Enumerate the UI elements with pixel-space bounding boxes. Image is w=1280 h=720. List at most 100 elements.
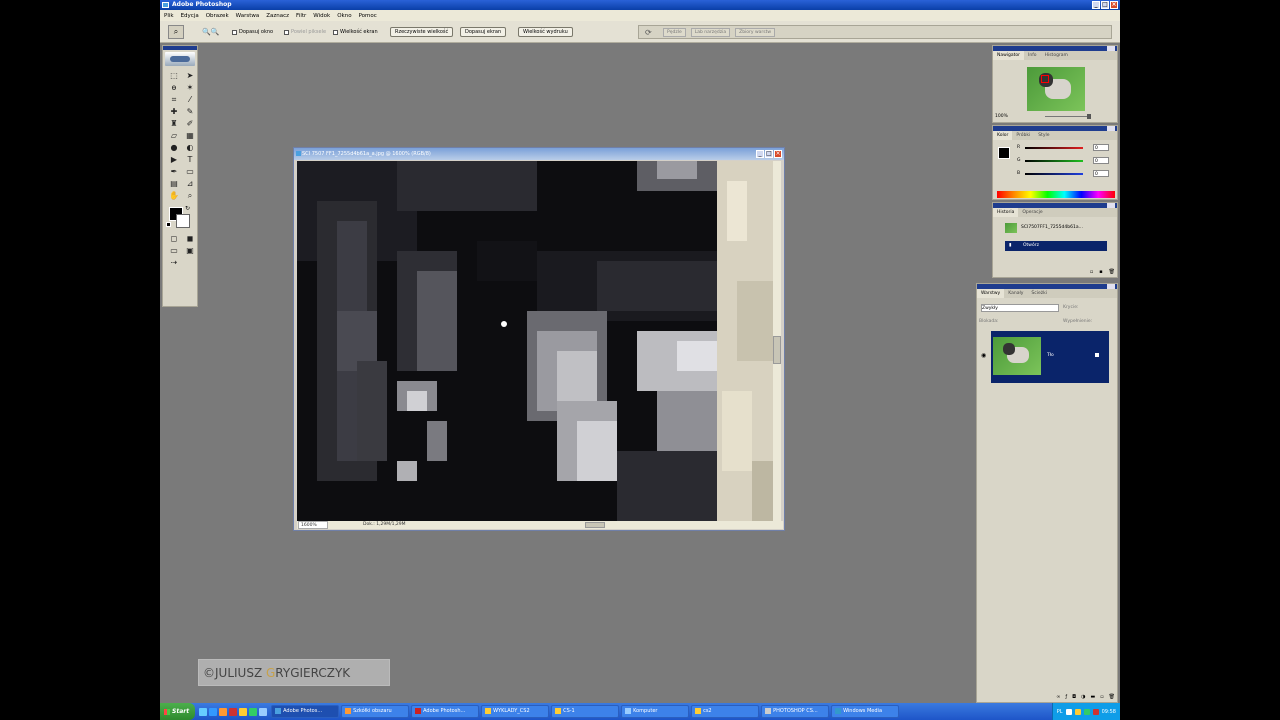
menu-plik[interactable]: Plik <box>164 13 174 19</box>
document-size[interactable]: Dok.: 1,29M/1,29M <box>363 521 406 529</box>
checkbox[interactable] <box>284 29 289 35</box>
menu-obrazek[interactable]: Obrazek <box>206 13 229 19</box>
navigator-thumbnail[interactable] <box>1027 67 1085 111</box>
task-cs1[interactable]: CS-1 <box>551 705 620 718</box>
tab-navigator[interactable]: Nawigator <box>993 51 1025 60</box>
task-firefox[interactable]: Szkółki obszaru <box>341 705 410 718</box>
color-spectrum[interactable] <box>997 191 1115 198</box>
palette-header[interactable] <box>993 46 1117 51</box>
green-slider-row[interactable]: G 0 <box>1017 157 1113 165</box>
blue-value[interactable]: 0 <box>1093 170 1109 177</box>
task-adobe-pdf[interactable]: Adobe Photosh... <box>411 705 480 718</box>
dodge-tool-icon[interactable]: ◐ <box>183 142 197 153</box>
zoom-slider[interactable] <box>1045 116 1089 117</box>
link-icon[interactable]: ∞ <box>1056 694 1060 700</box>
eyedropper-icon[interactable]: ⊿ <box>183 178 197 189</box>
tray-icon[interactable] <box>1065 708 1072 715</box>
green-slider[interactable] <box>1025 160 1083 162</box>
fit-screen-button[interactable]: Dopasuj ekran <box>460 27 507 37</box>
history-step-open[interactable]: ▮ Otwórz <box>1005 241 1107 251</box>
close-button[interactable]: × <box>1110 1 1118 9</box>
marquee-tool-icon[interactable]: ⬚ <box>167 70 181 81</box>
ie-icon[interactable] <box>209 707 218 716</box>
doc-minimize-button[interactable]: _ <box>756 150 764 158</box>
new-layer-icon[interactable]: ▫ <box>1100 694 1103 700</box>
language-indicator[interactable]: PL <box>1057 709 1063 715</box>
palette-well-tab[interactable]: Lab narzędzia <box>690 27 731 37</box>
view-box[interactable] <box>1041 75 1049 83</box>
zoom-all-windows-check[interactable]: Wielkość ekran <box>333 29 378 35</box>
firefox-icon[interactable] <box>219 707 228 716</box>
adobe-online-logo[interactable] <box>165 52 195 66</box>
task-computer[interactable]: Komputer <box>621 705 690 718</box>
menu-warstwa[interactable]: Warstwa <box>236 13 260 19</box>
tab-actions[interactable]: Operacje <box>1018 208 1046 217</box>
zoom-tool-preset[interactable]: ⌕ <box>168 25 184 39</box>
crop-tool-icon[interactable]: ⌗ <box>167 94 181 105</box>
media-icon[interactable] <box>249 707 258 716</box>
tab-color[interactable]: Kolor <box>993 131 1013 140</box>
menu-widok[interactable]: Widok <box>313 13 330 19</box>
jump-to-imageready-icon[interactable]: ⇢ <box>167 257 181 268</box>
slice-tool-icon[interactable]: ⁄ <box>183 94 197 105</box>
task-windows-media[interactable]: Windows Media <box>831 705 900 718</box>
hand-tool-icon[interactable]: ✋ <box>167 190 181 201</box>
menu-pomoc[interactable]: Pomoc <box>359 13 377 19</box>
pen-tool-icon[interactable]: ✒ <box>167 166 181 177</box>
refresh-icon[interactable]: ⟳ <box>645 28 652 37</box>
palette-header[interactable] <box>993 203 1117 208</box>
tab-info[interactable]: Info <box>1024 51 1041 60</box>
document-window[interactable]: SCI 7507 FF1_7255d4b61a_a.jpg @ 1600% (R… <box>293 147 785 531</box>
ignore-palettes-check[interactable]: Powiel piksele <box>284 29 326 35</box>
red-slider-row[interactable]: R 0 <box>1017 144 1113 152</box>
opera-icon[interactable] <box>229 707 238 716</box>
mask-icon[interactable]: ◘ <box>1072 694 1076 700</box>
zoom-slider-knob[interactable] <box>1087 114 1091 119</box>
folder-icon[interactable]: ▬ <box>1091 694 1096 700</box>
zoom-field[interactable]: 1600% <box>298 521 328 529</box>
vertical-scrollbar[interactable] <box>773 161 781 521</box>
zoom-tool-icon[interactable]: ⌕ <box>183 190 197 201</box>
standard-mode-icon[interactable]: ◻ <box>167 233 181 244</box>
adjustment-icon[interactable]: ◑ <box>1081 694 1085 700</box>
app-icon[interactable] <box>259 707 268 716</box>
history-brush-icon[interactable]: ✐ <box>183 118 197 129</box>
minimize-button[interactable]: _ <box>1092 1 1100 9</box>
horizontal-scroll-thumb[interactable] <box>585 522 605 528</box>
foreground-color-swatch[interactable] <box>998 147 1010 159</box>
desktop-icon[interactable] <box>199 707 208 716</box>
tray-icon[interactable] <box>1074 708 1081 715</box>
path-select-icon[interactable]: ▶ <box>167 154 181 165</box>
palette-close-icon[interactable] <box>1107 203 1115 208</box>
new-document-icon[interactable]: ▫ <box>1090 269 1093 275</box>
move-tool-icon[interactable]: ➤ <box>183 70 197 81</box>
swap-colors-icon[interactable]: ↻ <box>185 205 190 212</box>
default-colors-icon[interactable] <box>166 222 171 227</box>
blend-mode-select[interactable]: Zwykły <box>981 304 1059 312</box>
quick-mask-icon[interactable]: ◼ <box>183 233 197 244</box>
menu-okno[interactable]: Okno <box>337 13 351 19</box>
history-snapshot[interactable]: SCI7507FF1_7255d4b61a... <box>995 223 1115 233</box>
red-value[interactable]: 0 <box>1093 144 1109 151</box>
fullscreen-mode-icon[interactable]: ▣ <box>183 245 197 256</box>
fx-icon[interactable]: ƒ <box>1065 694 1067 700</box>
tab-history[interactable]: Historia <box>993 208 1019 217</box>
palette-close-icon[interactable] <box>1107 46 1115 51</box>
trash-icon[interactable]: 🗑 <box>1109 694 1115 700</box>
document-title-bar[interactable]: SCI 7507 FF1_7255d4b61a_a.jpg @ 1600% (R… <box>294 148 784 160</box>
network-icon[interactable] <box>1083 708 1090 715</box>
background-color[interactable] <box>176 214 190 228</box>
resize-window-check[interactable]: Dopasuj okno <box>232 29 273 35</box>
gradient-tool-icon[interactable]: ▦ <box>183 130 197 141</box>
image-canvas[interactable] <box>297 161 773 521</box>
trash-icon[interactable]: 🗑 <box>1109 269 1115 275</box>
start-button[interactable]: Start <box>160 703 196 720</box>
tab-channels[interactable]: Kanały <box>1004 289 1027 298</box>
healing-brush-icon[interactable]: ✚ <box>167 106 181 117</box>
red-slider[interactable] <box>1025 147 1083 149</box>
tab-paths[interactable]: Ścieżki <box>1027 289 1051 298</box>
tab-styles[interactable]: Style <box>1034 131 1053 140</box>
tab-histogram[interactable]: Histogram <box>1041 51 1072 60</box>
eye-icon[interactable]: ◉ <box>981 352 986 359</box>
task-wyklady[interactable]: WYKLADY_CS2 <box>481 705 550 718</box>
